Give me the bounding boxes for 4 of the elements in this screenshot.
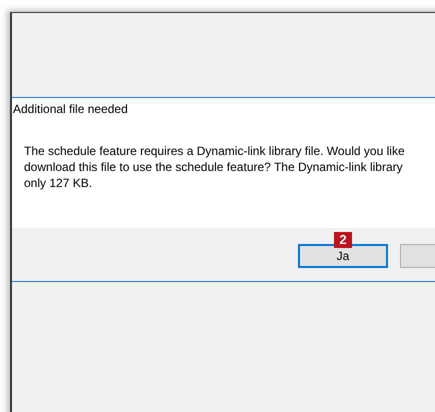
- number-badge: 2: [334, 232, 352, 248]
- dialog-title: Additional file needed: [13, 102, 129, 116]
- dialog-button[interactable]: Ja: [298, 244, 388, 268]
- message-text: The schedule feature requires a Dynamic-link library file. Would you like download this file to use the schedule feature? The Dynamic-link library only 127 KB.: [24, 143, 406, 191]
